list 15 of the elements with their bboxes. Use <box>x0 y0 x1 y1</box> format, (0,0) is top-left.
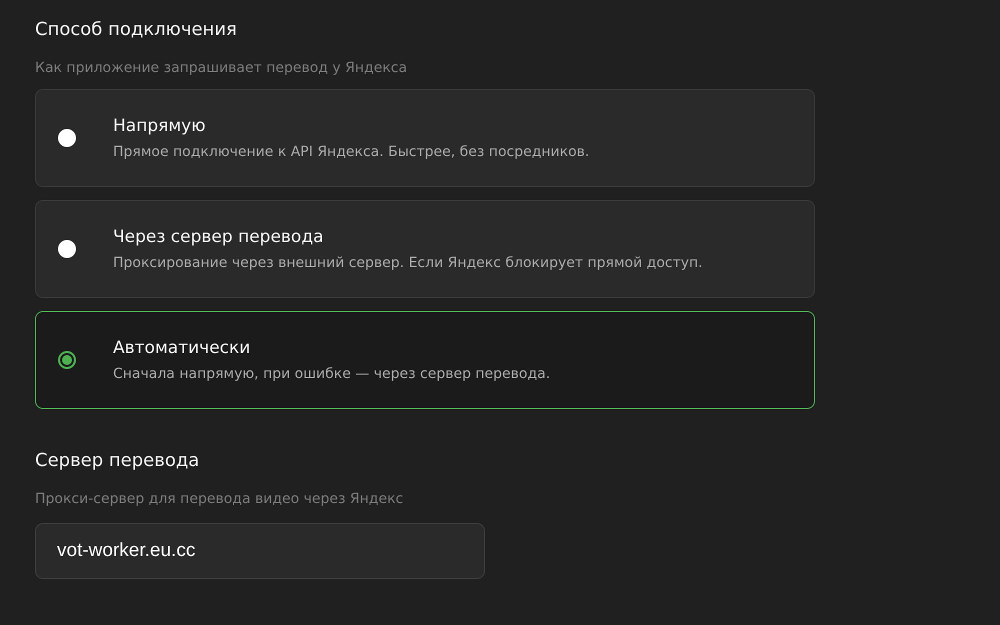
option-card[interactable]: Через сервер перевода Проксирование через внешний сервер. Если Яндекс блокирует прямой доступ. <box>35 200 815 298</box>
server-input-field[interactable]: vot-worker.eu.cc <box>35 523 485 579</box>
option-card[interactable]: Автоматически Сначала напрямую, при ошибке — через сервер перевода. <box>35 311 815 409</box>
option-card[interactable]: Напрямую Прямое подключение к API Яндекса. Быстрее, без посредников. <box>35 89 815 187</box>
section-title: Сервер перевода <box>35 449 200 473</box>
section-description: Прокси-сервер для перевода видео через Яндекс <box>35 490 404 509</box>
option-description: Сначала напрямую, при ошибке — через сервер перевода. <box>113 366 550 382</box>
radio-button[interactable] <box>58 351 76 369</box>
option-label: Автоматически <box>113 338 250 358</box>
section-description: Как приложение запрашивает перевод у Яндекса <box>35 59 408 78</box>
option-label: Через сервер перевода <box>113 227 324 247</box>
option-description: Проксирование через внешний сервер. Если Яндекс блокирует прямой доступ. <box>113 255 703 271</box>
section-title: Способ подключения <box>35 18 237 42</box>
option-description: Прямое подключение к API Яндекса. Быстрее, без посредников. <box>113 144 590 160</box>
option-label: Напрямую <box>113 116 206 136</box>
